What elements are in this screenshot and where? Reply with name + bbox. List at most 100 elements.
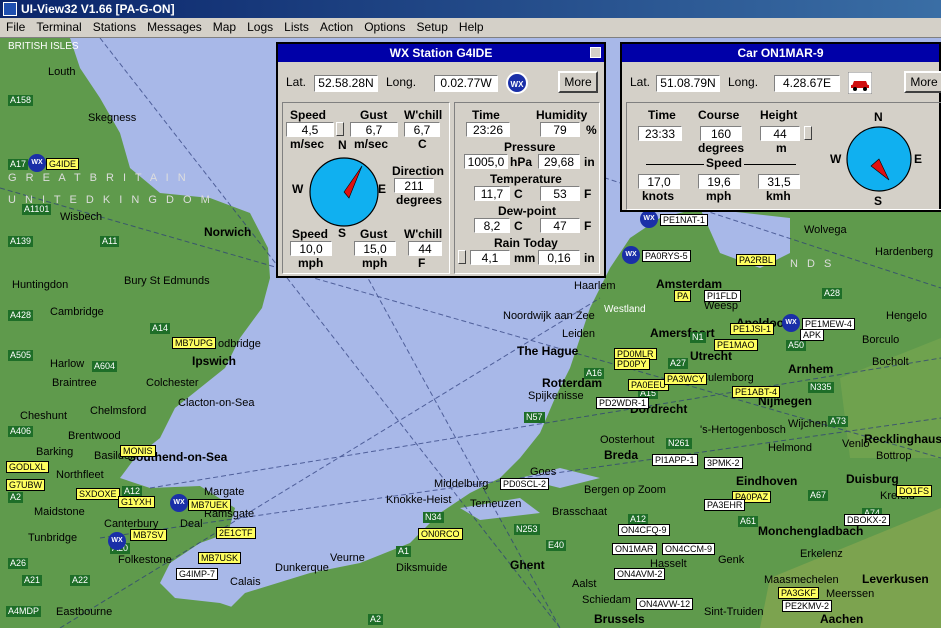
station-callsign[interactable]: DBOKX-2 [844,514,890,526]
wx-station-marker[interactable]: WX [622,246,640,264]
road-label: A50 [786,340,807,351]
station-callsign[interactable]: ON1MAR [612,543,657,555]
wx-rain-slider[interactable] [458,250,466,264]
menu-logs[interactable]: Logs [241,18,278,35]
road-label: A1 [396,546,412,557]
wx-station-marker[interactable]: WX [170,494,188,512]
wx-station-marker[interactable]: WX [108,532,126,550]
wx-unit-mph-gust: mph [362,256,388,270]
car-speed-kmh-value: 31,5 [758,174,800,189]
station-callsign[interactable]: G4IDE [46,158,80,170]
station-callsign[interactable]: MB7SV [130,529,167,541]
place-helmond: Helmond [768,442,813,454]
wx-lat-label: Lat. [286,75,307,89]
station-callsign[interactable]: MB7UPG [172,337,217,349]
wx-temp-label: Temperature [490,172,562,186]
station-callsign[interactable]: PA2RBL [736,254,776,266]
wx-unit-dew-c: C [514,219,523,233]
station-callsign[interactable]: G1YXH [118,496,155,508]
wx-direction-value: 211 [394,178,434,193]
station-callsign[interactable]: SXDOXE [76,488,120,500]
place-genk: Genk [718,554,745,566]
station-callsign[interactable]: G4IMP-7 [176,568,219,580]
wx-gust-mph-value: 15,0 [354,241,396,256]
station-callsign[interactable]: PD0SCL-2 [500,478,550,490]
station-callsign[interactable]: PA3WCY [664,373,708,385]
wx-more-button[interactable]: More [558,71,598,93]
station-callsign[interactable]: 2E1CTF [216,527,256,539]
station-callsign[interactable]: PD2WDR-1 [596,397,650,409]
road-label: A1101 [22,204,52,215]
station-callsign[interactable]: PE2KMV-2 [782,600,833,612]
window-titlebar: UI-View32 V1.66 [PA-G-ON] [0,0,941,18]
wx-panel-close-button[interactable] [590,47,601,58]
wx-unit-c: C [418,137,427,151]
station-callsign[interactable]: PD0PY [614,358,650,370]
car-lat-value: 51.08.79N [656,75,720,92]
station-callsign[interactable]: PI1APP-1 [652,454,698,466]
menu-options[interactable]: Options [358,18,410,35]
menu-bar: File Terminal Stations Messages Map Logs Lists… [0,18,941,38]
wx-station-marker[interactable]: WX [782,314,800,332]
place-hengelo: Hengelo [886,310,927,322]
station-callsign[interactable]: ON0RCO [418,528,463,540]
place-woodbridge: odbridge [218,338,261,350]
car-more-button[interactable]: More [904,71,941,93]
place-bottrop: Bottrop [876,450,912,462]
station-callsign[interactable]: MB7USK [198,552,242,564]
place-northfleet: Northfleet [56,469,104,481]
menu-file[interactable]: File [0,18,30,35]
station-callsign[interactable]: PE1ABT-4 [732,386,781,398]
road-label: A14 [150,323,171,334]
station-callsign[interactable]: GODLXL [6,461,49,473]
menu-help[interactable]: Help [453,18,489,35]
wx-rain-in-value: 0,16 [538,250,580,265]
station-callsign[interactable]: ON4CCM-9 [662,543,716,555]
station-callsign[interactable]: DO1FS [896,485,933,497]
station-callsign[interactable]: PA [674,290,692,302]
place-colchester: Colchester [146,377,199,389]
menu-action[interactable]: Action [314,18,358,35]
station-callsign[interactable]: PA0EEU [628,379,669,391]
station-callsign[interactable]: ON4AVW-12 [636,598,694,610]
station-callsign[interactable]: PI1FLD [704,290,741,302]
station-callsign[interactable]: MB7UEK [188,499,232,511]
car-unit-m: m [776,141,787,155]
wx-station-marker[interactable]: WX [28,154,46,172]
place-bergen-op-zoom: Bergen op Zoom [584,484,666,496]
station-callsign[interactable]: PA0RYS-5 [642,250,691,262]
wx-rain-label: Rain Today [494,236,558,250]
station-callsign[interactable]: ON4AVM-2 [614,568,666,580]
station-callsign[interactable]: PA3EHR [704,499,746,511]
place-amsterdam: Amsterdam [656,277,723,291]
wx-unit-ms: m/sec [290,137,325,151]
station-callsign[interactable]: PE1NAT-1 [660,214,708,226]
station-callsign[interactable]: PE1MAO [714,339,758,351]
road-label: N253 [514,524,540,535]
road-label: A428 [8,310,34,321]
wx-speed-slider[interactable] [336,122,344,136]
station-callsign[interactable]: 3PMK-2 [704,457,743,469]
place-breda: Breda [604,448,639,462]
car-compass-e: E [914,152,923,166]
road-label: A2 [8,492,24,503]
wx-station-marker[interactable]: WX [640,210,658,228]
wx-direction-label: Direction [392,164,445,178]
station-callsign[interactable]: G7UBW [6,479,46,491]
menu-messages[interactable]: Messages [141,18,207,35]
station-callsign[interactable]: PA3GKF [778,587,819,599]
place-erkelenz: Erkelenz [800,548,843,560]
menu-map[interactable]: Map [207,18,241,35]
place-eastbourne: Eastbourne [56,606,113,618]
menu-lists[interactable]: Lists [278,18,314,35]
station-callsign[interactable]: MONIS [120,445,156,457]
car-height-slider[interactable] [804,126,812,140]
station-callsign[interactable]: APK [800,329,825,341]
station-callsign[interactable]: ON4CFQ-9 [618,524,670,536]
wx-wchill-label-2: W'chill [404,227,443,241]
station-callsign[interactable]: PE1JSI-1 [730,323,775,335]
menu-setup[interactable]: Setup [411,18,453,35]
wx-gust-label-2: Gust [360,227,388,241]
menu-stations[interactable]: Stations [87,18,141,35]
menu-terminal[interactable]: Terminal [30,18,86,35]
